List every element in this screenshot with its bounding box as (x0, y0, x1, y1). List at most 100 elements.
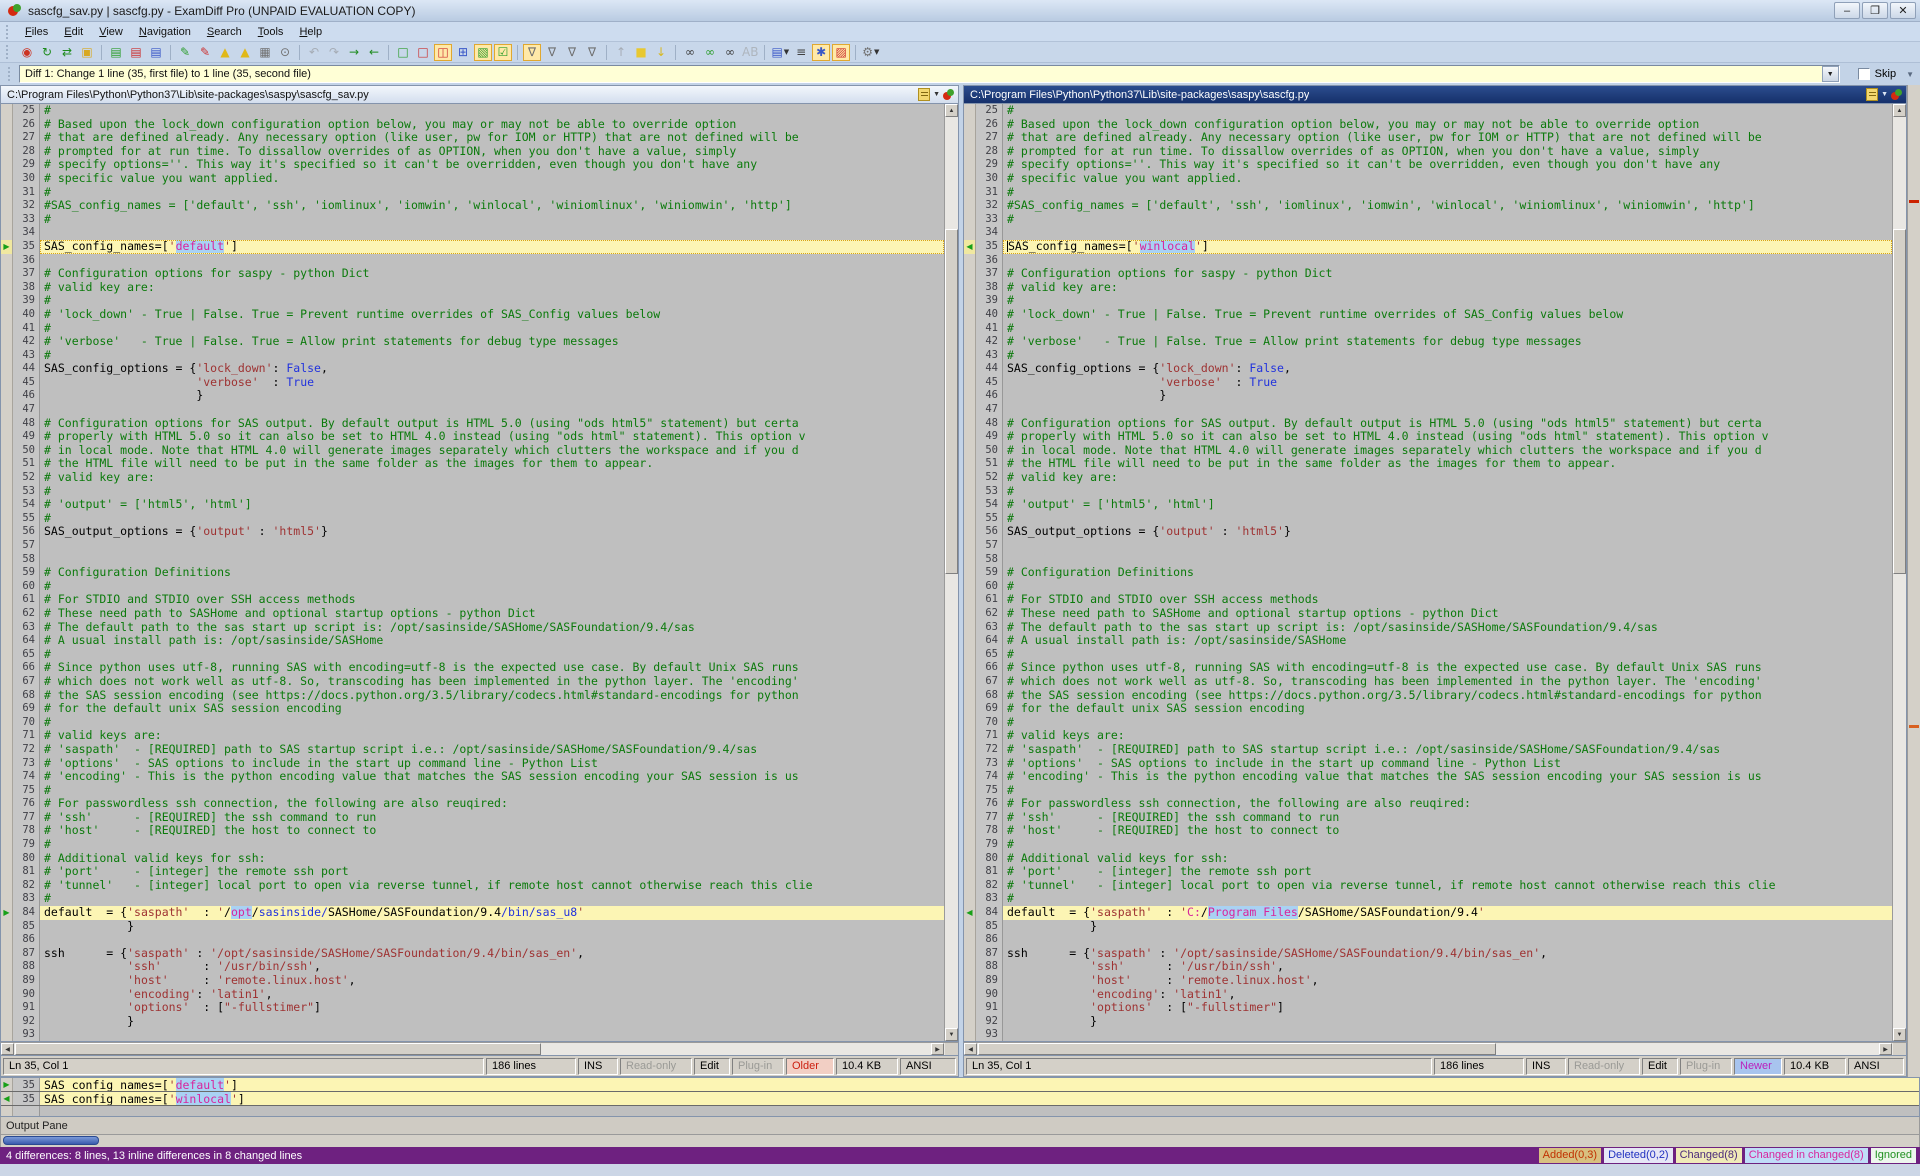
code-line[interactable]: 49# properly with HTML 5.0 so it can als… (964, 430, 1892, 444)
code-line[interactable]: 81# 'port' - [integer] the remote ssh po… (964, 865, 1892, 879)
code-line[interactable]: 43# (964, 349, 1892, 363)
code-line[interactable]: 58 (964, 553, 1892, 567)
scrollbar-thumb[interactable] (3, 1136, 99, 1145)
scrollbar-thumb[interactable] (1893, 229, 1906, 574)
code-line[interactable]: 52# valid key are: (964, 471, 1892, 485)
code-line[interactable]: 80# Additional valid keys for ssh: (964, 852, 1892, 866)
code-line[interactable]: 59# Configuration Definitions (964, 566, 1892, 580)
ignore-options-icon[interactable]: ▨ (832, 44, 850, 61)
code-line[interactable]: ◀84default = {'saspath' : 'C:/Program Fi… (964, 906, 1892, 920)
print-preview-icon[interactable]: ⊙ (276, 44, 294, 61)
chevron-down-icon[interactable]: ▼ (1906, 70, 1914, 79)
code-line[interactable]: 59# Configuration Definitions (1, 566, 944, 580)
menu-help[interactable]: Help (291, 24, 330, 40)
diff-map-strip[interactable] (1907, 85, 1920, 1077)
code-line[interactable]: 32#SAS_config_names = ['default', 'ssh',… (1, 199, 944, 213)
menu-search[interactable]: Search (199, 24, 250, 40)
code-line[interactable]: 33# (1, 213, 944, 227)
code-line[interactable]: 76# For passwordless ssh connection, the… (964, 797, 1892, 811)
current-diff-combo[interactable]: Diff 1: Change 1 line (35, first file) t… (19, 65, 1840, 83)
copy-right-icon[interactable]: → (345, 44, 363, 61)
code-line[interactable]: 29# specify options=''. This way it's sp… (1, 158, 944, 172)
code-line[interactable]: 29# specify options=''. This way it's sp… (964, 158, 1892, 172)
code-line[interactable]: 45 'verbose' : True (964, 376, 1892, 390)
edit-first-file-icon[interactable]: ✎ (176, 44, 194, 61)
code-line[interactable]: 55# (1, 512, 944, 526)
code-line[interactable]: 70# (1, 716, 944, 730)
code-line[interactable]: 66# Since python uses utf-8, running SAS… (964, 661, 1892, 675)
code-line[interactable]: 68# the SAS session encoding (see https:… (1, 689, 944, 703)
second-horizontal-scrollbar[interactable]: ◀ ▶ (963, 1042, 1907, 1056)
code-line[interactable]: 46 } (964, 389, 1892, 403)
code-line[interactable]: 38# valid key are: (964, 281, 1892, 295)
code-line[interactable]: 66# Since python uses utf-8, running SAS… (1, 661, 944, 675)
code-line[interactable]: 36 (1, 254, 944, 268)
code-line[interactable]: 28# prompted for at run time. To dissall… (964, 145, 1892, 159)
output-pane-header[interactable]: Output Pane (0, 1117, 1920, 1135)
code-line[interactable]: 61# For STDIO and STDIO over SSH access … (1, 593, 944, 607)
menu-files[interactable]: Files (17, 24, 56, 40)
code-line[interactable]: 73# 'options' - SAS options to include i… (964, 757, 1892, 771)
code-line[interactable]: 89 'host' : 'remote.linux.host', (1, 974, 944, 988)
statistics-icon[interactable]: ≡ (792, 44, 810, 61)
code-line[interactable]: ▶35SAS_config_names=['default'] (1, 240, 944, 254)
code-line[interactable]: 38# valid key are: (1, 281, 944, 295)
code-line[interactable]: 74# 'encoding' - This is the python enco… (964, 770, 1892, 784)
code-line[interactable]: 51# the HTML file will need to be put in… (1, 457, 944, 471)
code-line[interactable]: 26# Based upon the lock_down configurati… (1, 118, 944, 132)
next-diff-icon[interactable]: ↓ (652, 44, 670, 61)
code-line[interactable]: 41# (964, 322, 1892, 336)
lamp-second-icon[interactable]: ▲ (236, 44, 254, 61)
code-line[interactable]: 69# for the default unix SAS session enc… (964, 702, 1892, 716)
code-line[interactable]: 92 } (1, 1015, 944, 1029)
show-left-only-icon[interactable]: ◫ (434, 44, 452, 61)
code-line[interactable]: 50# in local mode. Note that HTML 4.0 wi… (964, 444, 1892, 458)
recompare-icon[interactable]: ↻ (38, 44, 56, 61)
options-icon[interactable]: ⚙▼ (861, 44, 880, 61)
code-line[interactable]: 91 'options' : ["-fullstimer"] (1, 1001, 944, 1015)
code-line[interactable]: 60# (964, 580, 1892, 594)
chevron-down-icon[interactable]: ▼ (1881, 91, 1888, 98)
code-line[interactable]: 31# (964, 186, 1892, 200)
show-identical-icon[interactable]: □ (394, 44, 412, 61)
code-line[interactable]: 61# For STDIO and STDIO over SSH access … (964, 593, 1892, 607)
maximize-button[interactable]: ❐ (1862, 2, 1888, 19)
copy-icon[interactable] (918, 88, 930, 101)
code-line[interactable]: 34 (1, 226, 944, 240)
show-inline-diffs-icon[interactable]: ☑ (494, 44, 512, 61)
code-line[interactable]: 25# (1, 104, 944, 118)
code-line[interactable]: 71# valid keys are: (1, 729, 944, 743)
diff-map-mark[interactable] (1909, 200, 1919, 203)
code-line[interactable]: 79# (1, 838, 944, 852)
lamp-first-icon[interactable]: ▲ (216, 44, 234, 61)
code-line[interactable]: 76# For passwordless ssh connection, the… (1, 797, 944, 811)
code-line[interactable]: 30# specific value you want applied. (1, 172, 944, 186)
scrollbar-thumb[interactable] (15, 1043, 541, 1055)
code-line[interactable]: 43# (1, 349, 944, 363)
save-both-files-icon[interactable]: ▤ (147, 44, 165, 61)
code-line[interactable]: 67# which does not work well as utf-8. S… (1, 675, 944, 689)
code-line[interactable]: 77# 'ssh' - [REQUIRED] the ssh command t… (964, 811, 1892, 825)
code-line[interactable]: 54# 'output' = ['html5', 'html'] (964, 498, 1892, 512)
code-line[interactable]: 88 'ssh' : '/usr/bin/ssh', (1, 960, 944, 974)
scroll-up-icon[interactable]: ▲ (1893, 104, 1906, 117)
find-icon[interactable]: ∞ (681, 44, 699, 61)
current-diff-row[interactable]: ◀35SAS_config_names=['winlocal'] (1, 1092, 1919, 1106)
find-prev-icon[interactable]: ∞ (721, 44, 739, 61)
code-line[interactable]: 90 'encoding': 'latin1', (1, 988, 944, 1002)
scroll-right-icon[interactable]: ▶ (1879, 1043, 1892, 1055)
code-line[interactable]: 92 } (964, 1015, 1892, 1029)
swap-panes-icon[interactable]: ⇄ (58, 44, 76, 61)
code-line[interactable]: 65# (964, 648, 1892, 662)
current-diff-icon[interactable]: ■ (632, 44, 650, 61)
code-line[interactable]: 39# (964, 294, 1892, 308)
code-line[interactable]: 57 (1, 539, 944, 553)
chevron-down-icon[interactable]: ▼ (933, 91, 940, 98)
code-line[interactable]: 78# 'host' - [REQUIRED] the host to conn… (1, 824, 944, 838)
code-line[interactable]: 69# for the default unix SAS session enc… (1, 702, 944, 716)
code-line[interactable]: 87ssh = {'saspath' : '/opt/sasinside/SAS… (964, 947, 1892, 961)
scrollbar-thumb[interactable] (978, 1043, 1496, 1055)
output-pane-scrollbar[interactable] (0, 1135, 1920, 1147)
code-line[interactable]: 62# These need path to SASHome and optio… (1, 607, 944, 621)
code-line[interactable]: 36 (964, 254, 1892, 268)
